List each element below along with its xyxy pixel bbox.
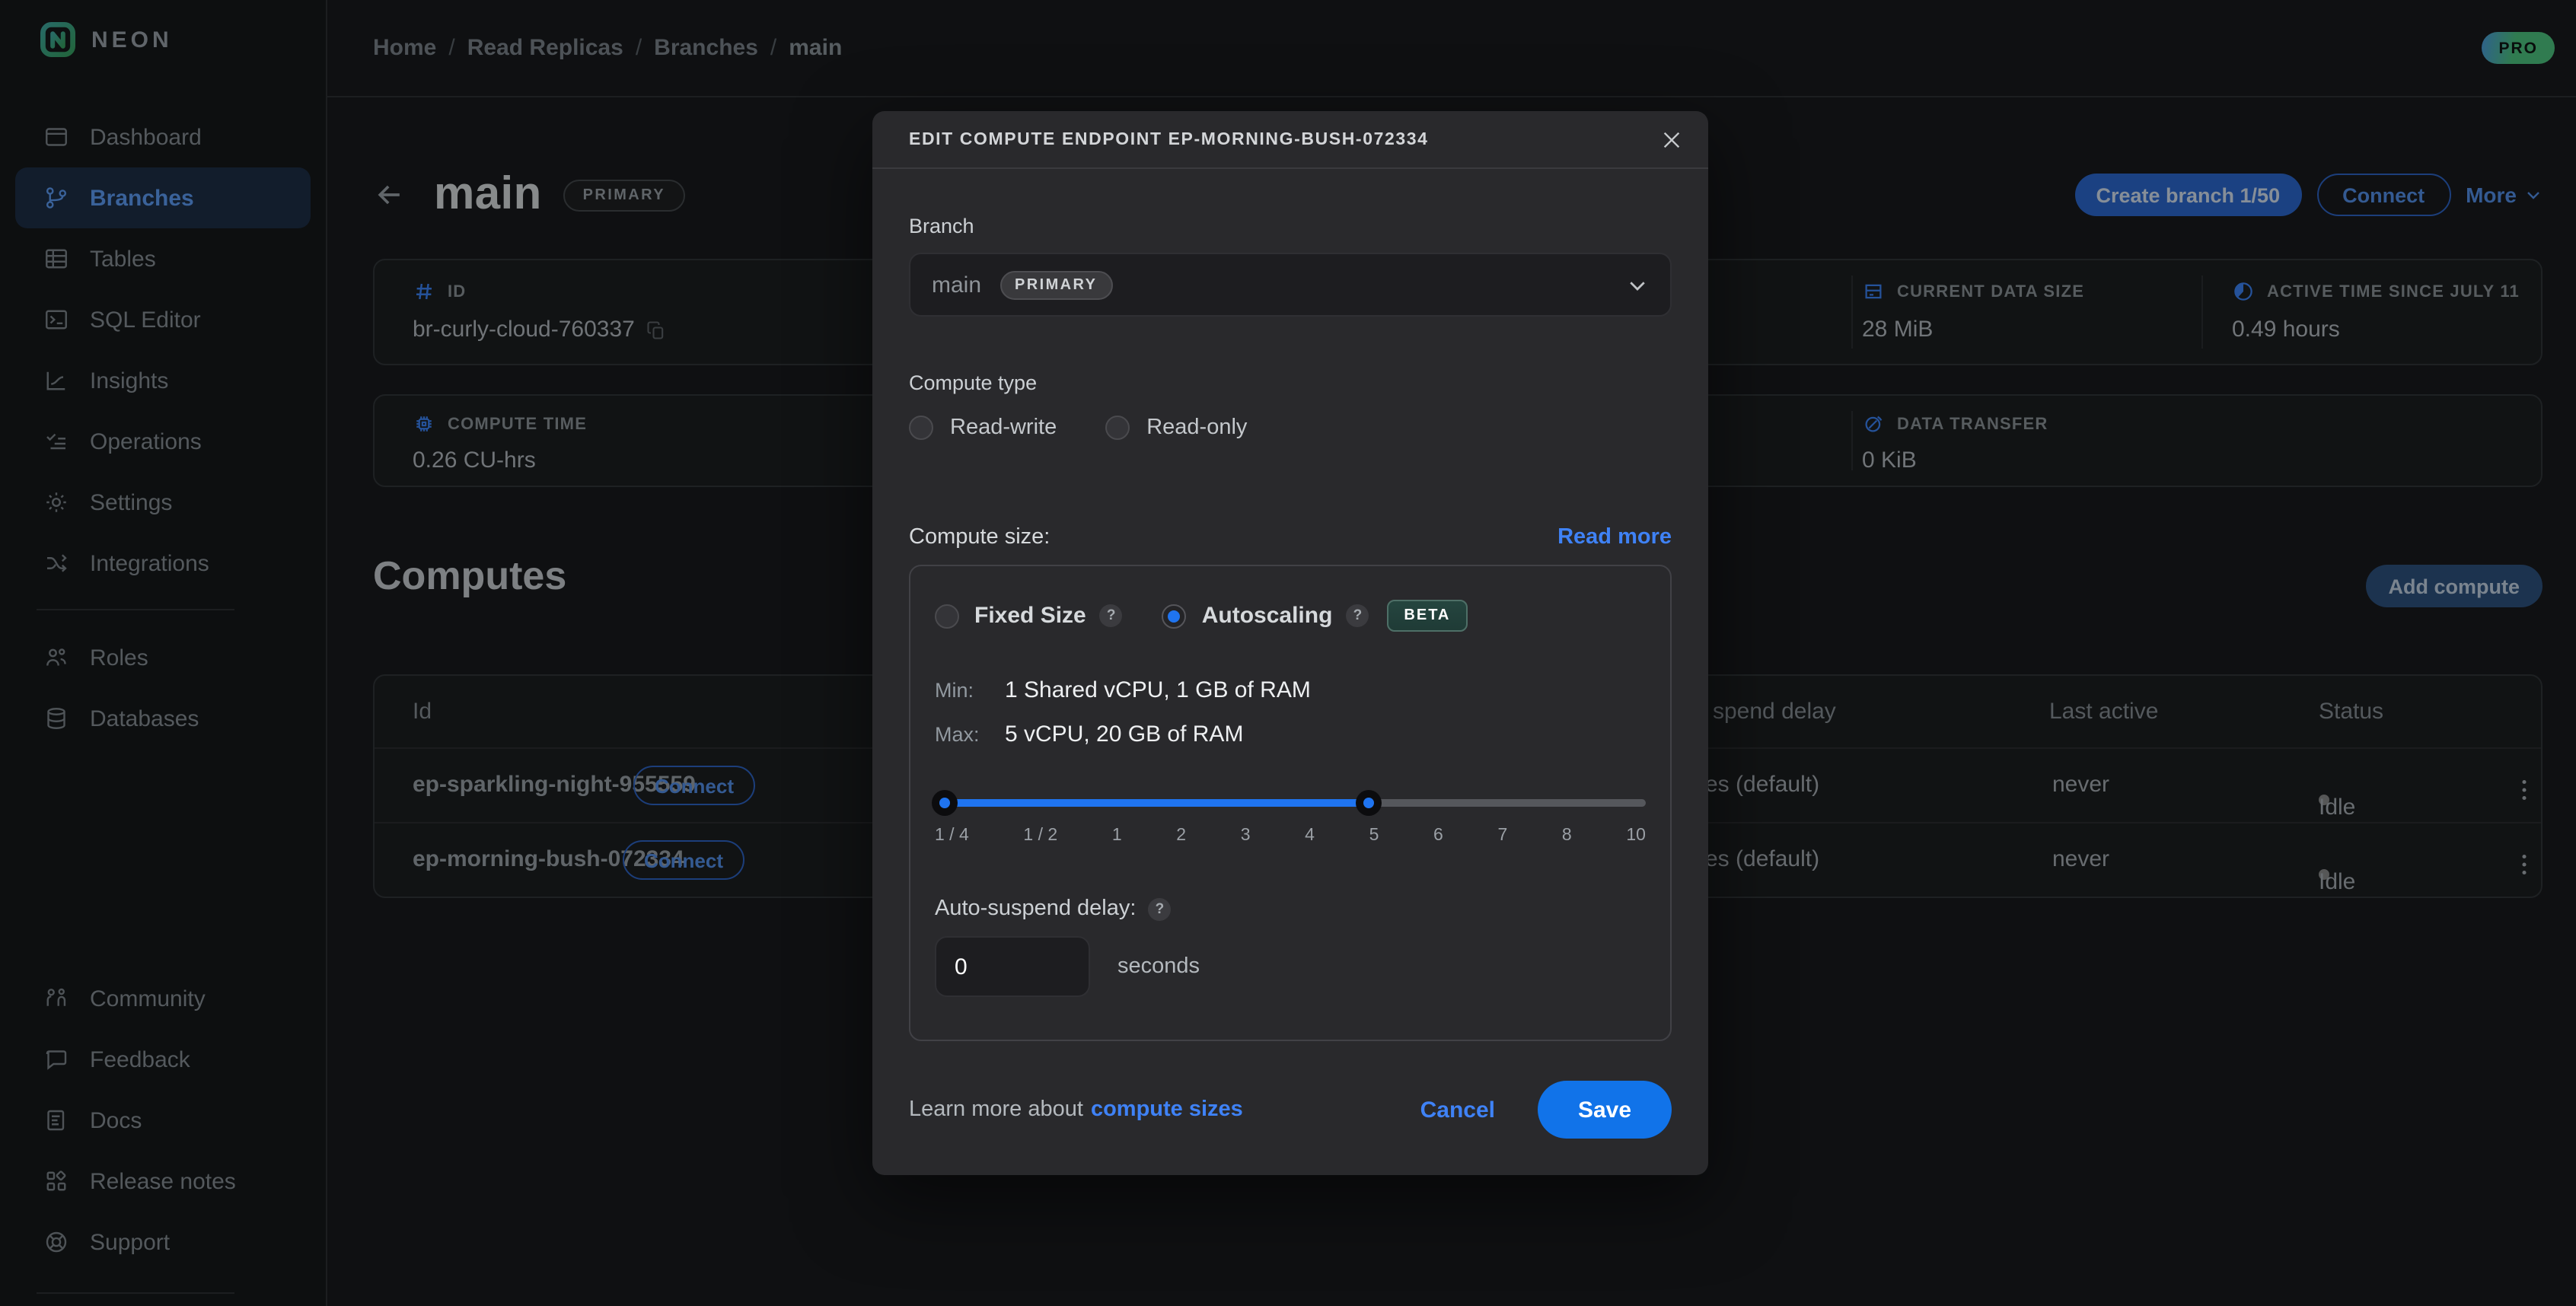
autosuspend-input-row: seconds: [935, 936, 1646, 997]
beta-badge: BETA: [1387, 600, 1467, 632]
modal-header: EDIT COMPUTE ENDPOINT EP-MORNING-BUSH-07…: [872, 111, 1708, 169]
compute-size-slider[interactable]: [935, 790, 1646, 816]
save-button[interactable]: Save: [1538, 1081, 1672, 1139]
modal-body: Branch main PRIMARY Compute type Read-wr…: [872, 215, 1708, 1175]
compute-type-label: Compute type: [909, 371, 1672, 394]
fixed-size-label: Fixed Size: [974, 603, 1086, 629]
tick-label: 6: [1433, 827, 1443, 845]
compute-size-label: Compute size:: [909, 525, 1050, 549]
edit-compute-endpoint-modal: EDIT COMPUTE ENDPOINT EP-MORNING-BUSH-07…: [872, 111, 1708, 1175]
max-size-row: Max: 5 vCPU, 20 GB of RAM: [935, 721, 1646, 747]
tick-label: 8: [1562, 827, 1572, 845]
learn-more-text: Learn more about: [909, 1097, 1083, 1122]
tick-label: 10: [1626, 827, 1646, 845]
tick-label: 1 / 2: [1023, 827, 1057, 845]
branch-field-label: Branch: [909, 215, 1672, 237]
autosuspend-input[interactable]: [935, 936, 1090, 997]
autosuspend-label: Auto-suspend delay:: [935, 897, 1136, 921]
help-icon[interactable]: ?: [1100, 604, 1123, 627]
compute-sizes-link[interactable]: compute sizes: [1091, 1097, 1243, 1122]
tick-label: 2: [1176, 827, 1186, 845]
slider-max-handle[interactable]: [1356, 790, 1382, 816]
read-more-link[interactable]: Read more: [1557, 525, 1672, 549]
autoscaling-radio[interactable]: [1162, 604, 1187, 628]
read-write-label: Read-write: [950, 416, 1057, 440]
help-icon[interactable]: ?: [1346, 604, 1369, 627]
autoscaling-label: Autoscaling: [1202, 603, 1333, 629]
tick-label: 7: [1497, 827, 1507, 845]
tick-label: 5: [1369, 827, 1379, 845]
cancel-button[interactable]: Cancel: [1420, 1097, 1495, 1123]
autosuspend-label-row: Auto-suspend delay: ?: [935, 897, 1646, 921]
min-value: 1 Shared vCPU, 1 GB of RAM: [1005, 677, 1311, 703]
size-mode-options: Fixed Size ? Autoscaling ? BETA: [935, 600, 1646, 632]
read-only-radio[interactable]: [1105, 416, 1130, 440]
tick-label: 3: [1241, 827, 1251, 845]
close-icon[interactable]: [1659, 127, 1684, 151]
min-label: Min:: [935, 679, 1005, 702]
branch-select-value: main: [932, 272, 981, 298]
min-size-row: Min: 1 Shared vCPU, 1 GB of RAM: [935, 677, 1646, 703]
slider-active-track: [935, 799, 1369, 807]
tick-label: 4: [1305, 827, 1315, 845]
tick-label: 1 / 4: [935, 827, 969, 845]
max-label: Max:: [935, 723, 1005, 746]
modal-footer: Learn more about compute sizes Cancel Sa…: [909, 1081, 1672, 1139]
primary-badge: PRIMARY: [999, 270, 1112, 299]
slider-min-handle[interactable]: [932, 790, 958, 816]
max-value: 5 vCPU, 20 GB of RAM: [1005, 721, 1243, 747]
read-only-label: Read-only: [1146, 416, 1247, 440]
autosuspend-unit: seconds: [1117, 954, 1200, 979]
help-icon[interactable]: ?: [1148, 897, 1171, 920]
compute-size-box: Fixed Size ? Autoscaling ? BETA Min: 1 S…: [909, 565, 1672, 1041]
read-write-radio[interactable]: [909, 416, 933, 440]
branch-select[interactable]: main PRIMARY: [909, 253, 1672, 317]
tick-label: 1: [1112, 827, 1122, 845]
compute-size-row: Compute size: Read more: [909, 525, 1672, 549]
compute-type-options: Read-write Read-only: [909, 416, 1672, 440]
app-viewport: NEON Dashboard Branches Tables SQL Edito…: [0, 0, 2576, 1306]
fixed-size-radio[interactable]: [935, 604, 959, 628]
chevron-down-icon: [1626, 273, 1649, 296]
modal-title: EDIT COMPUTE ENDPOINT EP-MORNING-BUSH-07…: [909, 130, 1429, 148]
slider-tick-labels: 1 / 4 1 / 2 1 2 3 4 5 6 7 8 10: [935, 827, 1646, 845]
